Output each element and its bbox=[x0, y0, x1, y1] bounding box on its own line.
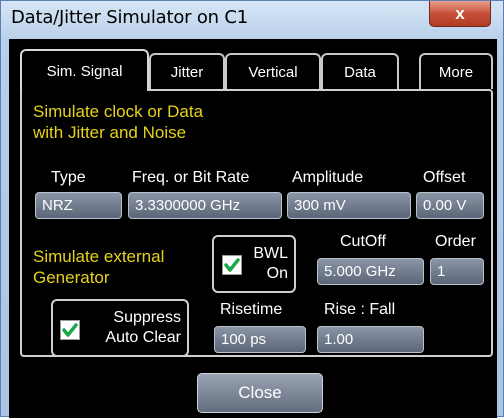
freq-label: Freq. or Bit Rate bbox=[132, 169, 250, 186]
bwl-label-line2: On bbox=[266, 265, 288, 282]
close-icon: x bbox=[455, 3, 465, 23]
title-bar[interactable]: Data/Jitter Simulator on C1 x bbox=[1, 1, 503, 39]
tab-data[interactable]: Data bbox=[321, 53, 399, 89]
window-close-button[interactable]: x bbox=[429, 1, 491, 27]
offset-label: Offset bbox=[423, 169, 466, 186]
risetime-label: Risetime bbox=[220, 301, 283, 318]
bwl-toggle[interactable]: BWL On bbox=[212, 235, 296, 293]
bwl-label: BWL On bbox=[253, 244, 288, 284]
bwl-checkbox[interactable] bbox=[222, 255, 242, 275]
window-title: Data/Jitter Simulator on C1 bbox=[11, 7, 249, 28]
tab-bar: Sim. Signal Jitter Vertical Data More bbox=[9, 39, 497, 91]
checkmark-icon bbox=[62, 323, 78, 337]
amplitude-field[interactable]: 300 mV bbox=[287, 192, 411, 219]
freq-field[interactable]: 3.3300000 GHz bbox=[128, 192, 282, 219]
type-label: Type bbox=[51, 169, 86, 186]
ext-gen-line2: Generator bbox=[33, 268, 110, 287]
tab-jitter[interactable]: Jitter bbox=[149, 53, 225, 89]
tab-label: More bbox=[438, 63, 474, 81]
bwl-label-line1: BWL bbox=[253, 245, 288, 262]
rise-fall-field[interactable]: 1.00 bbox=[317, 326, 424, 353]
cutoff-field[interactable]: 5.000 GHz bbox=[317, 258, 424, 285]
suppress-label: Suppress Auto Clear bbox=[105, 308, 181, 348]
tab-sim-signal[interactable]: Sim. Signal bbox=[20, 49, 149, 91]
dialog-window: Data/Jitter Simulator on C1 x Sim. Signa… bbox=[0, 0, 504, 418]
order-field[interactable]: 1 bbox=[430, 258, 484, 285]
suppress-label-line1: Suppress bbox=[113, 309, 181, 326]
amplitude-label: Amplitude bbox=[292, 169, 364, 186]
sim-signal-panel: Simulate clock or Data with Jitter and N… bbox=[20, 89, 493, 357]
ext-gen-heading: Simulate external Generator bbox=[33, 246, 164, 288]
ext-gen-line1: Simulate external bbox=[33, 247, 165, 266]
dialog-client: Sim. Signal Jitter Vertical Data More Si… bbox=[9, 39, 497, 418]
suppress-auto-clear-toggle[interactable]: Suppress Auto Clear bbox=[51, 299, 189, 357]
suppress-label-line2: Auto Clear bbox=[105, 329, 181, 346]
tab-more[interactable]: More bbox=[419, 53, 493, 89]
type-select[interactable]: NRZ bbox=[35, 192, 122, 219]
offset-field[interactable]: 0.00 V bbox=[416, 192, 484, 219]
tab-label: Jitter bbox=[170, 63, 204, 81]
cutoff-label: CutOff bbox=[340, 233, 386, 250]
suppress-checkbox[interactable] bbox=[60, 320, 80, 340]
tab-vertical[interactable]: Vertical bbox=[225, 53, 321, 89]
order-label: Order bbox=[435, 233, 476, 250]
sim-heading-line1: Simulate clock or Data bbox=[33, 102, 204, 121]
sim-heading: Simulate clock or Data with Jitter and N… bbox=[33, 101, 203, 143]
checkmark-icon bbox=[224, 258, 240, 272]
close-button[interactable]: Close bbox=[197, 373, 323, 413]
sim-heading-line2: with Jitter and Noise bbox=[33, 123, 187, 142]
tab-label: Data bbox=[344, 63, 376, 81]
tab-label: Sim. Signal bbox=[46, 62, 123, 80]
rise-fall-label: Rise : Fall bbox=[324, 301, 396, 318]
tab-label: Vertical bbox=[248, 63, 298, 81]
risetime-field[interactable]: 100 ps bbox=[214, 326, 306, 353]
